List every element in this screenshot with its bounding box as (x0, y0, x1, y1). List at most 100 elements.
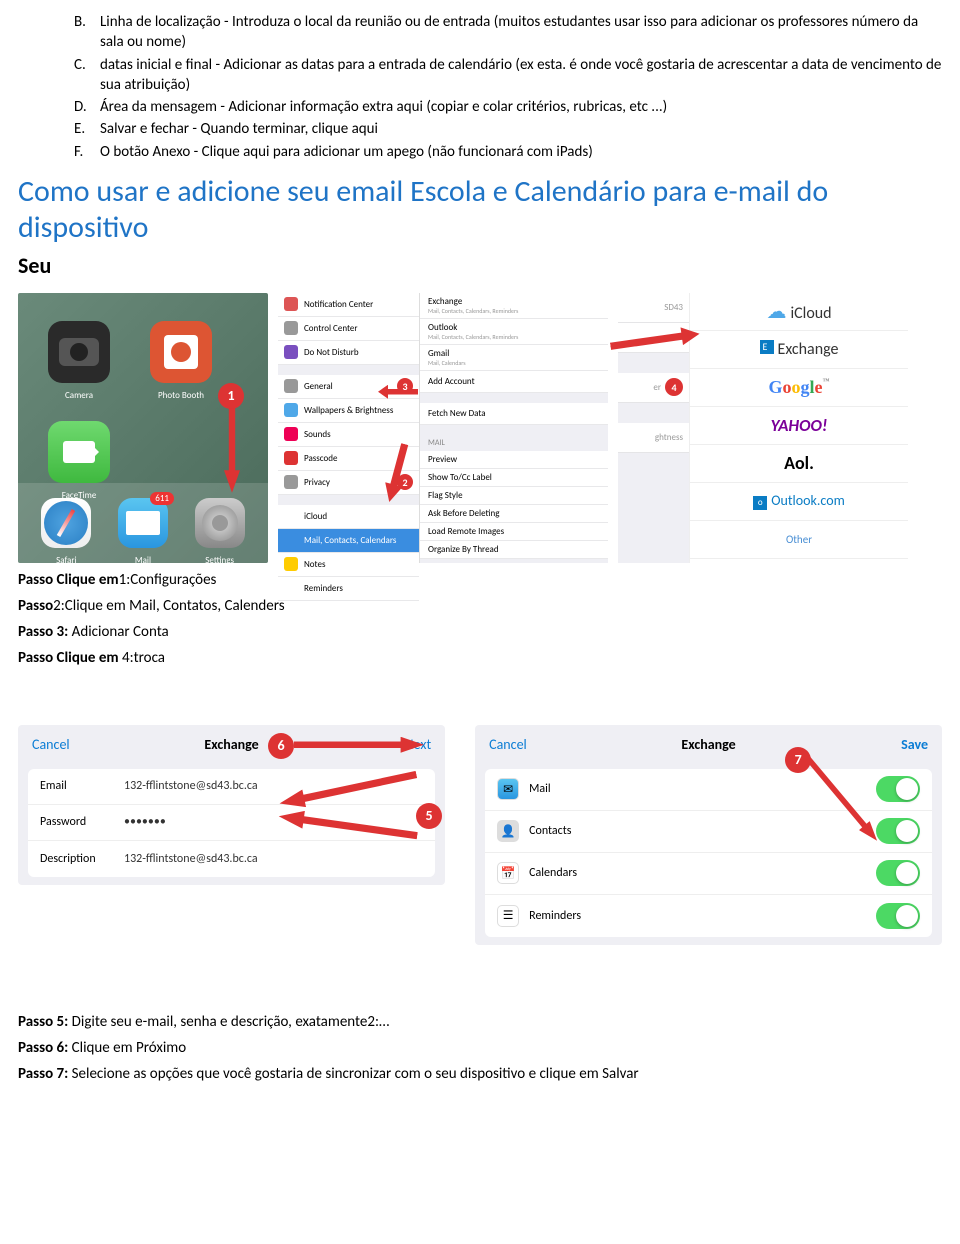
step-bold: Passo (18, 597, 53, 615)
list-text: Salvar e fechar - Quando terminar, cliqu… (100, 119, 942, 139)
sliver-text: SD43 (664, 302, 683, 313)
instruction-item: F.O botão Anexo - Clique aqui para adici… (74, 142, 942, 162)
instruction-item: B.Linha de localização - Introduza o loc… (74, 12, 942, 53)
settings-row-label: Notes (304, 559, 325, 570)
settings-row-label: Reminders (304, 583, 343, 594)
settings-row-icon (284, 379, 298, 393)
settings-row-label: Control Center (304, 323, 358, 334)
safari-label: Safari (41, 555, 91, 563)
settings-app-icon: Settings (195, 498, 245, 548)
settings-row: Wallpapers & Brightness (278, 399, 419, 423)
instruction-item: C.datas inicial e final - Adicionar as d… (74, 55, 942, 96)
settings-sidebar: Notification Center Control Center Do Not … (278, 293, 420, 563)
screenshot-settings: Notification Center Control Center Do Not … (278, 293, 608, 563)
step-post: Adicionar Conta (68, 623, 168, 641)
mail-setting-row: Show To/Cc Label (420, 469, 608, 487)
service-icon: ☰ (497, 905, 519, 927)
step-mid: 4: (122, 649, 134, 667)
marker-7: 7 (785, 747, 811, 773)
step-post: Clique em Mail, Contatos, Calenders (65, 597, 285, 615)
facetime-app-icon: FaceTime (48, 421, 110, 483)
photobooth-app-icon: Photo Booth (150, 321, 212, 383)
field-value: ••••••• (124, 815, 166, 829)
step-line: Passo 6: Clique em Próximo (18, 1039, 942, 1057)
settings-row-icon (284, 427, 298, 441)
step-mid: 1: (119, 571, 131, 589)
provider-icloud: iCloud (690, 293, 908, 331)
screenshot-exchange-toggles: Cancel Exchange Save ✉Mail👤Contacts📅Cale… (475, 725, 942, 945)
field-label: Description (40, 852, 124, 866)
field-label: Email (40, 779, 124, 793)
camera-app-icon: Camera (48, 321, 110, 383)
step-post: Selecione as opções que você gostaria de… (68, 1065, 638, 1083)
settings-row-icon (284, 297, 298, 311)
account-title: Outlook (428, 322, 457, 333)
instruction-item: E.Salvar e fechar - Quando terminar, cli… (74, 119, 942, 139)
list-marker: B. (74, 12, 100, 53)
settings-row-icon (284, 451, 298, 465)
toggle-row: ☰Reminders (485, 895, 932, 937)
account-sub: Mail, Contacts, Calendars, Reminders (428, 333, 518, 341)
mail-label: Mail (118, 555, 168, 563)
screenshots-row-2: Cancel Exchange Next Email132-fflintston… (18, 725, 942, 945)
field-value: 132-fflintstone@sd43.bc.ca (124, 779, 258, 793)
provider-google: Google™ (690, 369, 908, 407)
account-row: Add Account (420, 371, 608, 393)
list-marker: F. (74, 142, 100, 162)
field-label: Password (40, 815, 124, 829)
step-bold: Passo 3: (18, 623, 68, 641)
settings-row-label: Mail, Contacts, Calendars (304, 535, 396, 546)
settings-row-label: iCloud (304, 511, 327, 522)
arrow-7 (801, 761, 921, 871)
step-post: Clique em Próximo (68, 1039, 186, 1057)
settings-row: General3 (278, 375, 419, 399)
service-label: Mail (529, 782, 551, 796)
step-line: Passo Clique em 4:troca (18, 649, 942, 667)
step-line: Passo Clique em1:Configurações (18, 571, 942, 589)
settings-row: Notes (278, 553, 419, 577)
settings-row-label: Privacy (304, 477, 330, 488)
list-marker: D. (74, 97, 100, 117)
section-subtitle: Seu (18, 252, 942, 279)
account-sub: Mail, Calendars (428, 359, 466, 367)
left-sliver-row: ghtness (618, 423, 689, 453)
provider-exchange: Exchange (690, 331, 908, 369)
left-sliver-row: er4 (618, 373, 689, 403)
step-bold: Passo 5: (18, 1013, 68, 1031)
settings-row-label: Sounds (304, 429, 331, 440)
account-title: Exchange (428, 296, 462, 307)
settings-row: Mail, Contacts, Calendars (278, 529, 419, 553)
settings-row: iCloud (278, 505, 419, 529)
list-marker: E. (74, 119, 100, 139)
step-bold: Passo Clique em (18, 649, 122, 667)
settings-row-icon (284, 403, 298, 417)
settings-row: Do Not Disturb (278, 341, 419, 365)
account-row: GmailMail, Calendars (420, 345, 608, 371)
marker-1: 1 (218, 383, 244, 409)
account-title: Gmail (428, 348, 449, 359)
marker-4: 4 (665, 378, 683, 396)
service-icon: 📅 (497, 862, 519, 884)
settings-row-label: Do Not Disturb (304, 347, 359, 358)
step-bold: Passo Clique em (18, 571, 119, 589)
service-icon: ✉ (497, 778, 519, 800)
section-title: Como usar e adicione seu email Escola e … (18, 174, 942, 246)
settings-row-icon (284, 509, 298, 523)
service-icon: 👤 (497, 820, 519, 842)
fetch-row: Fetch New Data (420, 403, 608, 425)
photobooth-label: Photo Booth (150, 390, 212, 401)
provider-outlook: oOutlook.com (690, 483, 908, 521)
screenshot-exchange-login: Cancel Exchange Next Email132-fflintston… (18, 725, 445, 885)
settings-row: Notification Center (278, 293, 419, 317)
step-line: Passo 7: Selecione as opções que você go… (18, 1065, 942, 1083)
save-button: Save (901, 736, 928, 753)
cancel-button-2: Cancel (489, 736, 527, 753)
step-mid: 2: (53, 597, 65, 615)
settings-row-icon (284, 475, 298, 489)
settings-row: Sounds (278, 423, 419, 447)
mail-setting-row: Organize By Thread (420, 541, 608, 559)
settings-row-icon (284, 581, 298, 595)
settings-row-icon (284, 557, 298, 571)
service-label: Contacts (529, 824, 571, 838)
account-row: ExchangeMail, Contacts, Calendars, Remin… (420, 293, 608, 319)
